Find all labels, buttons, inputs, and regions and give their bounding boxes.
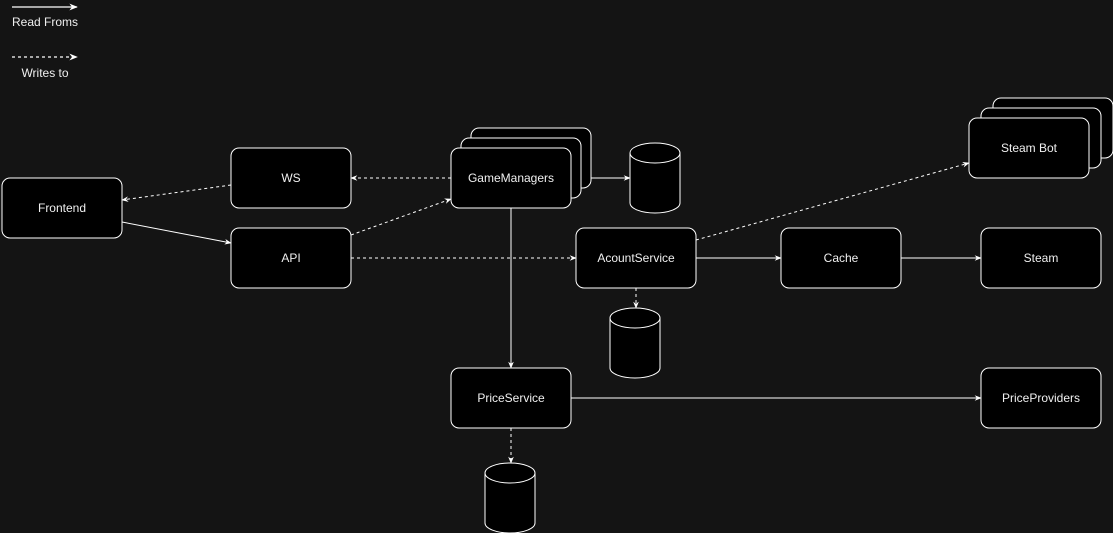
node-label: WS — [281, 171, 300, 185]
node-db2[interactable] — [609, 307, 661, 379]
node-steam[interactable]: Steam — [980, 227, 1102, 289]
node-db3[interactable] — [484, 462, 536, 533]
node-label: AcountService — [597, 251, 675, 265]
node-label: PriceService — [477, 391, 545, 405]
node-label: PriceProviders — [1002, 391, 1080, 405]
nodes: Frontend WS API GameManagers AcountService Ca… — [1, 97, 1113, 533]
database-icon — [484, 462, 536, 533]
node-steambot[interactable]: Steam Bot — [968, 97, 1113, 179]
database-icon — [609, 307, 661, 379]
edge-api-to-gamemanagers — [350, 198, 452, 236]
legend-read-label: Read Froms — [12, 15, 78, 29]
node-frontend[interactable]: Frontend — [1, 177, 123, 239]
node-label: Steam — [1024, 251, 1059, 265]
node-label: Cache — [824, 251, 859, 265]
edge-ws-to-frontend — [121, 184, 232, 202]
node-acountservice[interactable]: AcountService — [575, 227, 697, 289]
legend: Read Froms Writes to — [12, 3, 78, 80]
legend-write-label: Writes to — [21, 66, 68, 80]
node-ws[interactable]: WS — [230, 147, 352, 209]
database-icon — [629, 142, 681, 214]
node-label: API — [281, 251, 300, 265]
node-label: Steam Bot — [1001, 141, 1058, 155]
node-label: Frontend — [38, 201, 86, 215]
node-label: GameManagers — [468, 171, 554, 185]
node-db1[interactable] — [629, 142, 681, 214]
node-cache[interactable]: Cache — [780, 227, 902, 289]
architecture-diagram: Read Froms Writes to Frontend WS API GameMa… — [1, 3, 1113, 533]
node-priceservice[interactable]: PriceService — [450, 367, 572, 429]
node-api[interactable]: API — [230, 227, 352, 289]
edge-frontend-to-api — [121, 221, 232, 245]
node-gamemanagers[interactable]: GameManagers — [450, 127, 592, 209]
node-priceproviders[interactable]: PriceProviders — [980, 367, 1102, 429]
